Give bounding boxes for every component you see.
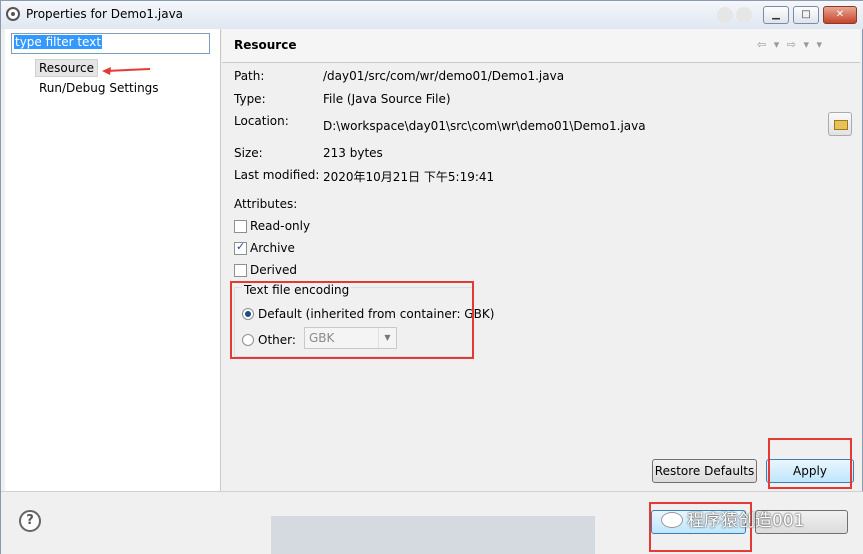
apply-button[interactable]: Apply xyxy=(766,459,854,483)
title-bar: Properties for Demo1.java ▁ □ ✕ xyxy=(1,1,863,29)
properties-dialog: Properties for Demo1.java ▁ □ ✕ type fil… xyxy=(0,0,863,554)
encoding-other-label: Other: xyxy=(258,333,296,347)
watermark-icons xyxy=(717,7,755,26)
page-header: Resource ⇦ ▾ ⇨ ▾ ▾ xyxy=(222,29,860,63)
path-label: Path: xyxy=(234,69,265,83)
window-title: Properties for Demo1.java xyxy=(26,7,184,21)
red-arrow-annotation xyxy=(102,67,150,75)
location-label: Location: xyxy=(234,114,289,128)
encoding-group-label: Text file encoding xyxy=(242,283,352,297)
readonly-checkbox[interactable] xyxy=(234,220,247,233)
archive-label: Archive xyxy=(250,241,295,255)
location-value: D:\workspace\day01\src\com\wr\demo01\Dem… xyxy=(323,119,646,133)
path-value: /day01/src/com/wr/demo01/Demo1.java xyxy=(323,69,565,83)
help-icon[interactable]: ? xyxy=(19,510,41,532)
nav-arrows-icon[interactable]: ⇦ ▾ ⇨ ▾ ▾ xyxy=(757,38,824,51)
minimize-button[interactable]: ▁ xyxy=(763,6,789,24)
maximize-button[interactable]: □ xyxy=(793,6,819,24)
type-value: File (Java Source File) xyxy=(323,92,451,106)
attributes-label: Attributes: xyxy=(234,197,298,211)
restore-defaults-button[interactable]: Restore Defaults xyxy=(652,459,757,483)
encoding-default-label: Default (inherited from container: GBK) xyxy=(258,307,495,321)
watermark: 程序猿创造001 xyxy=(661,506,804,531)
chevron-down-icon: ▼ xyxy=(378,328,396,348)
show-in-explorer-button[interactable] xyxy=(828,112,852,136)
resource-page: Resource ⇦ ▾ ⇨ ▾ ▾ Path: /day01/src/com/… xyxy=(222,29,860,491)
tree-item-resource[interactable]: Resource xyxy=(35,59,99,77)
encoding-default-radio[interactable] xyxy=(242,308,254,320)
page-title: Resource xyxy=(234,38,297,52)
encoding-other-select[interactable]: GBK ▼ xyxy=(304,327,397,349)
filter-input[interactable]: type filter text xyxy=(11,33,210,54)
modified-value: 2020年10月21日 下午5:19:41 xyxy=(323,170,495,184)
encoding-other-value: GBK xyxy=(309,331,335,345)
filter-text: type filter text xyxy=(14,35,103,49)
wechat-icon xyxy=(661,512,683,528)
archive-checkbox[interactable] xyxy=(234,240,247,255)
size-label: Size: xyxy=(234,146,263,160)
readonly-label: Read-only xyxy=(250,219,311,233)
type-label: Type: xyxy=(234,92,266,106)
app-icon xyxy=(6,7,20,21)
tree-item-run-debug[interactable]: Run/Debug Settings xyxy=(39,81,159,95)
dialog-footer: ? 程序猿创造001 xyxy=(1,491,863,554)
encoding-other-radio[interactable] xyxy=(242,334,254,346)
modified-label: Last modified: xyxy=(234,168,320,182)
size-value: 213 bytes xyxy=(323,146,383,160)
watermark-text: 程序猿创造001 xyxy=(687,511,805,531)
derived-checkbox[interactable] xyxy=(234,264,247,277)
derived-label: Derived xyxy=(250,263,297,277)
taskbar-overlay xyxy=(271,516,595,554)
navigation-pane: type filter text Resource Run/Debug Sett… xyxy=(5,29,221,491)
close-button[interactable]: ✕ xyxy=(823,6,857,24)
